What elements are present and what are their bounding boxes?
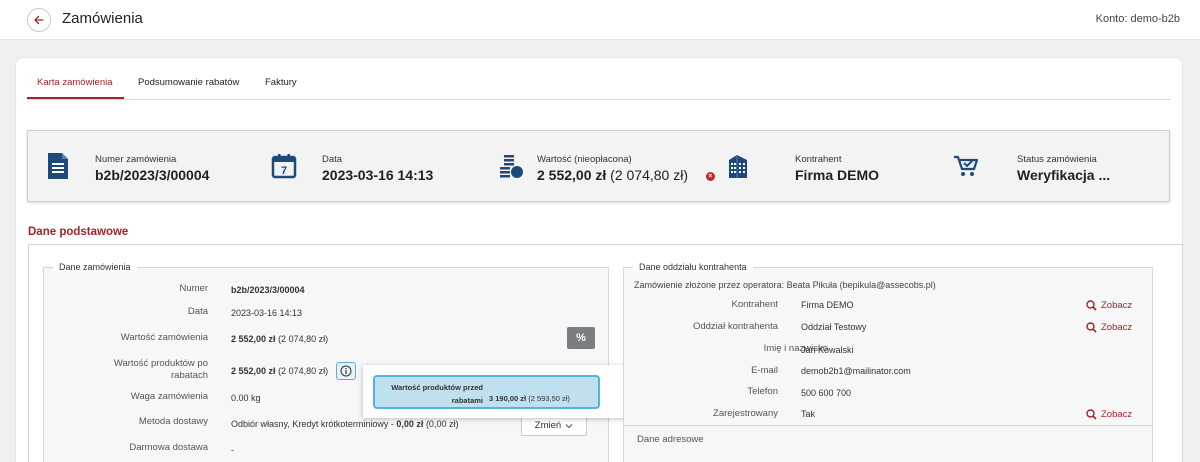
person-name-value: Jan Kowalski	[801, 345, 854, 355]
calendar-day: 7	[281, 165, 287, 177]
branch-data-panel: Dane oddziału kontrahenta	[623, 262, 1153, 462]
summary-label: Wartość (nieopłacona)	[537, 154, 632, 165]
delivery-label: Metoda dostawy	[138, 416, 208, 427]
order-number-value: b2b/2023/3/00004	[231, 285, 305, 295]
tooltip-value: 3 190,00 zł (2 593,50 zł)	[489, 394, 570, 403]
summary-value: 2023-03-16 14:13	[322, 167, 434, 183]
free-delivery-value: -	[231, 445, 234, 455]
tab-discount-summary[interactable]: Podsumowanie rabatów	[138, 77, 239, 99]
order-data-legend: Dane zamówienia	[53, 262, 137, 272]
phone-label: Telefon	[747, 386, 778, 397]
tooltip-body: Wartość produktów przed rabatami 3 190,0…	[373, 375, 600, 409]
summary-value: Weryfikacja ...	[1017, 167, 1111, 183]
free-delivery-label: Darmowa dostawa	[129, 442, 208, 453]
top-bar: Zamówienia Konto: demo-b2b	[0, 0, 1200, 40]
calendar-icon: 7	[270, 152, 298, 180]
order-number-label: Numer	[179, 283, 208, 294]
account-label: Konto: demo-b2b	[1095, 13, 1180, 25]
unpaid-x-icon: ×	[705, 172, 715, 181]
summary-value: Firma DEMO	[795, 167, 880, 183]
tab-invoices[interactable]: Faktury	[265, 77, 297, 99]
email-value: demob2b1@mailinator.com	[801, 366, 911, 376]
chevron-down-icon	[565, 423, 573, 428]
order-date-value: 2023-03-16 14:13	[231, 308, 303, 318]
discount-button[interactable]: %	[567, 327, 595, 349]
phone-value: 500 600 700	[801, 388, 852, 398]
summary-label: Data	[322, 154, 343, 165]
summary-label: Kontrahent	[795, 154, 842, 165]
summary-value-net: (2 074,80 zł)	[610, 167, 688, 183]
coins-icon	[497, 152, 525, 180]
order-value-value: 2 552,00 zł (2 074,80 zł)	[231, 334, 329, 344]
weight-value: 0.00 kg	[231, 393, 261, 403]
search-icon	[1086, 322, 1097, 333]
operator-info: Zamówienie złożone przez operatora: Beat…	[634, 280, 936, 290]
summary-value: b2b/2023/3/00004	[95, 167, 210, 183]
tab-bar: Karta zamówienia Podsumowanie rabatów Fa…	[27, 77, 1171, 100]
address-data-title: Dane adresowe	[637, 434, 704, 445]
registered-label: Zarejestrowany	[713, 408, 778, 419]
section-divider	[624, 425, 1152, 426]
weight-label: Waga zamówienia	[130, 391, 208, 402]
delivery-value: Odbiór własny, Kredyt krótkoterminiowy -…	[231, 419, 459, 429]
search-icon	[1086, 300, 1097, 311]
section-title: Dane podstawowe	[28, 226, 129, 238]
email-label: E-mail	[751, 365, 778, 376]
discounted-value-label: Wartość produktów po rabatach	[113, 358, 208, 381]
building-icon	[724, 152, 752, 180]
change-delivery-button[interactable]: Zmień	[521, 415, 587, 436]
contractor-label: Kontrahent	[731, 299, 778, 310]
contractor-value: Firma DEMO	[801, 300, 854, 310]
tooltip: Wartość produktów przed rabatami 3 190,0…	[363, 365, 655, 418]
cart-check-icon	[952, 152, 980, 180]
registered-value: Tak	[801, 409, 816, 419]
page-title: Zamówienia	[62, 10, 143, 27]
summary-value-gross: 2 552,00 zł	[537, 167, 607, 183]
order-value-label: Wartość zamówienia	[120, 332, 208, 343]
order-date-label: Data	[187, 306, 208, 317]
see-branch-link[interactable]: Zobacz	[1086, 322, 1132, 333]
info-button[interactable]	[336, 362, 356, 380]
summary-label: Numer zamówienia	[95, 154, 177, 165]
back-button[interactable]	[27, 8, 51, 32]
tooltip-label: Wartość produktów przed rabatami	[391, 383, 483, 405]
arrow-left-icon	[34, 15, 44, 25]
summary-value: 2 552,00 zł (2 074,80 zł) ×	[537, 167, 715, 183]
branch-value: Oddział Testowy	[801, 322, 867, 332]
branch-label: Oddział kontrahenta	[692, 321, 778, 332]
info-icon	[340, 365, 352, 377]
tab-order-card[interactable]: Karta zamówienia	[27, 77, 124, 99]
see-contractor-link[interactable]: Zobacz	[1086, 300, 1132, 311]
order-summary: Numer zamówienia b2b/2023/3/00004 7 Data…	[27, 130, 1170, 202]
summary-label: Status zamówienia	[1017, 154, 1097, 165]
search-icon	[1086, 409, 1097, 420]
discounted-value-value: 2 552,00 zł (2 074,80 zł)	[231, 366, 329, 376]
branch-data-legend: Dane oddziału kontrahenta	[633, 262, 753, 272]
see-registration-link[interactable]: Zobacz	[1086, 409, 1132, 420]
document-icon	[44, 152, 72, 180]
